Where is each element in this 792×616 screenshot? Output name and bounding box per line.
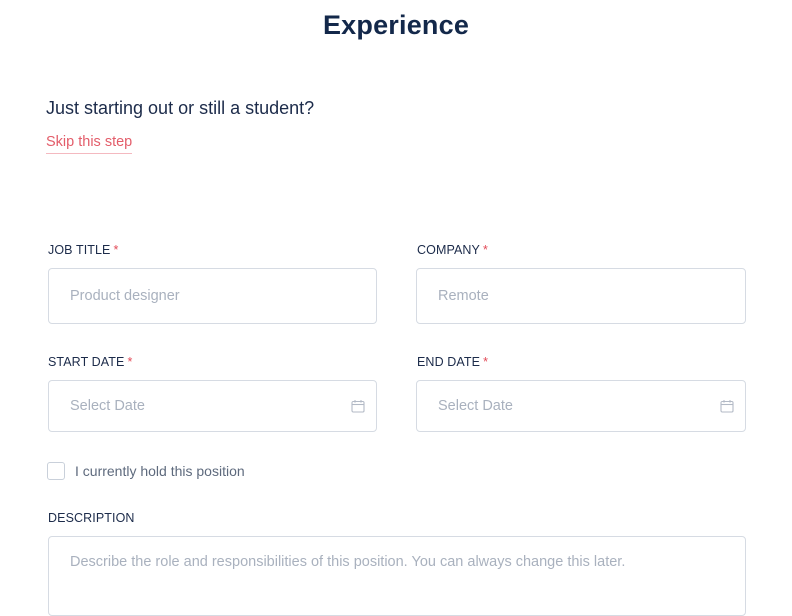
end-date-label-text: END DATE	[417, 355, 481, 369]
calendar-icon[interactable]	[351, 399, 365, 413]
company-input[interactable]	[438, 288, 745, 304]
start-date-label: START DATE *	[48, 355, 132, 369]
current-position-checkbox[interactable]	[47, 462, 65, 480]
page-title: Experience	[322, 10, 470, 40]
calendar-icon[interactable]	[720, 399, 734, 413]
start-date-picker[interactable]	[48, 380, 377, 432]
start-date-label-text: START DATE	[48, 355, 125, 369]
intro-question: Just starting out or still a student?	[46, 98, 315, 118]
description-label: DESCRIPTION	[48, 511, 135, 525]
required-marker: *	[127, 355, 133, 369]
end-date-label: END DATE *	[417, 355, 488, 369]
end-date-picker[interactable]	[416, 380, 746, 432]
job-title-input[interactable]	[70, 288, 376, 304]
required-marker: *	[483, 355, 489, 369]
company-label: COMPANY *	[417, 243, 488, 257]
skip-step-link[interactable]: Skip this step	[46, 134, 133, 154]
current-position-label[interactable]: I currently hold this position	[75, 463, 245, 479]
job-title-label-text: JOB TITLE	[48, 243, 111, 257]
job-title-field[interactable]	[48, 268, 377, 324]
company-field[interactable]	[416, 268, 746, 324]
job-title-label: JOB TITLE *	[48, 243, 118, 257]
end-date-input[interactable]	[438, 398, 745, 414]
required-marker: *	[113, 243, 119, 257]
start-date-input[interactable]	[70, 398, 376, 414]
description-textarea[interactable]: Describe the role and responsibilities o…	[48, 536, 746, 616]
required-marker: *	[482, 243, 488, 257]
company-label-text: COMPANY	[417, 243, 480, 257]
description-placeholder: Describe the role and responsibilities o…	[70, 554, 626, 570]
